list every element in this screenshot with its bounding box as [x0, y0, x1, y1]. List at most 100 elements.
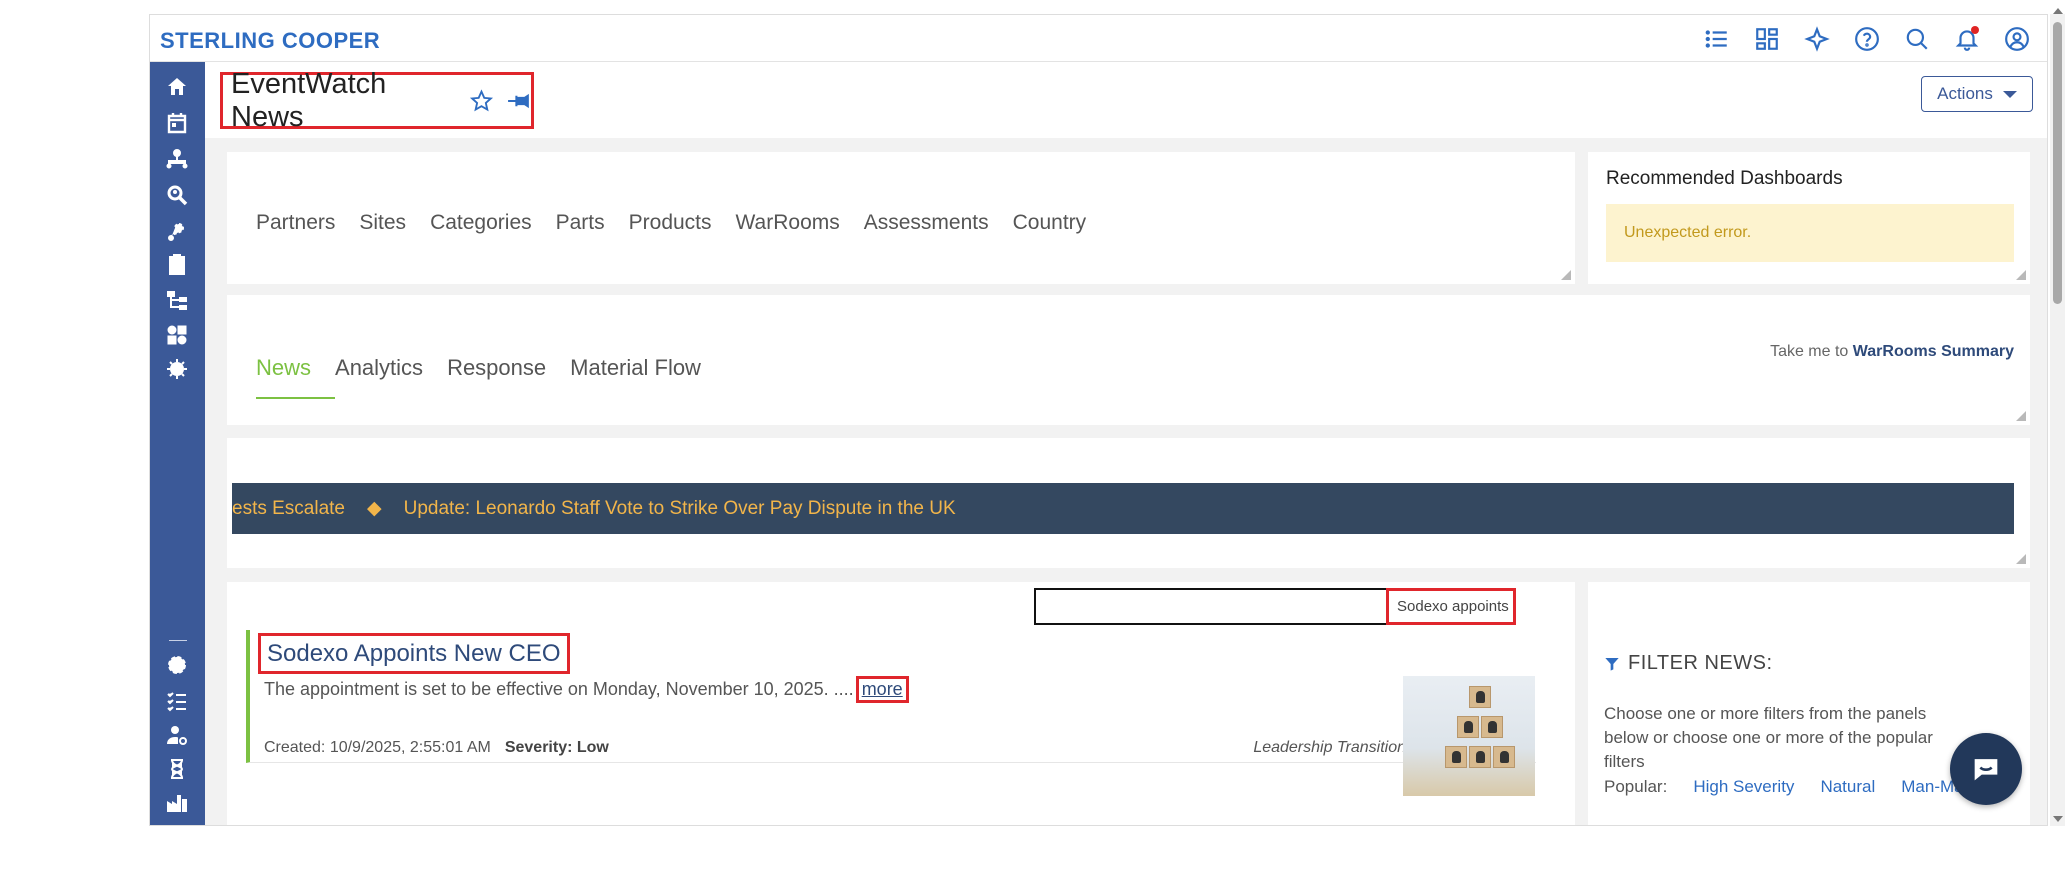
category-link-parts[interactable]: Parts: [556, 211, 605, 235]
tab-analytics[interactable]: Analytics: [335, 355, 423, 381]
user-settings-icon[interactable]: [164, 722, 190, 748]
list-icon[interactable]: [1703, 25, 1731, 53]
dashboard-grid-icon[interactable]: [1753, 25, 1781, 53]
top-bar: STERLING COOPER: [150, 15, 2047, 62]
filter-title: FILTER NEWS:: [1604, 652, 1773, 675]
route-icon[interactable]: [164, 217, 190, 243]
resize-handle[interactable]: [2016, 270, 2026, 280]
chat-icon: [1974, 759, 1998, 781]
filter-description: Choose one or more filters from the pane…: [1604, 704, 1933, 771]
ticker-item[interactable]: Update: Leonardo Staff Vote to Strike Ov…: [404, 498, 956, 520]
actions-label: Actions: [1937, 84, 1993, 103]
category-link-warrooms[interactable]: WarRooms: [736, 211, 840, 235]
filter-icon: [1605, 657, 1619, 671]
top-icon-bar: [1703, 25, 2031, 53]
org-chart-icon[interactable]: [164, 146, 190, 172]
main-content: EventWatch News Actions Partners Sites C…: [205, 62, 2047, 825]
gear-dollar-icon[interactable]: [164, 356, 190, 382]
search-value-highlight[interactable]: Sodexo appoints: [1386, 588, 1516, 625]
app-window: STERLING COOPER EventWatch News Actions …: [149, 14, 2048, 826]
block-figure: [1457, 716, 1479, 738]
more-link[interactable]: more: [855, 676, 909, 703]
pin-icon[interactable]: [506, 88, 531, 114]
modules-icon[interactable]: [164, 322, 190, 348]
page-header: EventWatch News Actions: [205, 62, 2047, 138]
vertical-scrollbar[interactable]: [2050, 8, 2065, 826]
settings-icon[interactable]: [164, 652, 190, 678]
block-figure: [1481, 716, 1503, 738]
news-created: Created: 10/9/2025, 2:55:01 AM: [264, 739, 491, 756]
news-search-input[interactable]: Sodexo appoints: [1034, 588, 1516, 625]
notification-dot: [1971, 26, 1979, 34]
news-ticker[interactable]: ests Escalate ◆ Update: Leonardo Staff V…: [232, 483, 2014, 534]
news-item[interactable]: Sodexo Appoints New CEO The appointment …: [246, 630, 1536, 796]
block-figure: [1493, 746, 1515, 768]
filter-natural[interactable]: Natural: [1820, 777, 1875, 797]
block-figure: [1469, 746, 1491, 768]
news-severity: Severity: Low: [504, 739, 609, 756]
category-link-products[interactable]: Products: [629, 211, 712, 235]
ticker-item[interactable]: ests Escalate: [232, 498, 345, 520]
news-list-card: Sodexo appoints Sodexo Appoints New CEO …: [227, 582, 1575, 825]
popular-label: Popular:: [1604, 777, 1668, 796]
news-description-text: The appointment is set to be effective o…: [264, 679, 854, 699]
checklist-icon[interactable]: [164, 688, 190, 714]
caret-down-icon: [2002, 90, 2017, 98]
error-message: Unexpected error.: [1606, 204, 2014, 262]
news-meta: Created: 10/9/2025, 2:55:01 AM Severity: …: [264, 739, 609, 757]
category-link-assessments[interactable]: Assessments: [864, 211, 989, 235]
popular-filters: Popular: High Severity Natural Man-Ma: [1604, 777, 1964, 797]
block-figure: [1469, 686, 1491, 708]
ticker-card: ests Escalate ◆ Update: Leonardo Staff V…: [227, 438, 2030, 568]
tabs-card: News Analytics Response Material Flow Ta…: [227, 295, 2030, 425]
tab-news[interactable]: News: [256, 355, 336, 399]
search-person-icon[interactable]: [164, 182, 190, 208]
resize-handle[interactable]: [2016, 554, 2026, 564]
category-link-categories[interactable]: Categories: [430, 211, 532, 235]
resize-handle[interactable]: [2016, 411, 2026, 421]
clipboard-icon[interactable]: [164, 252, 190, 278]
sparkle-ai-icon[interactable]: [1803, 25, 1831, 53]
diamond-icon: ◆: [367, 498, 382, 519]
search-icon[interactable]: [1903, 25, 1931, 53]
chat-button[interactable]: [1950, 733, 2022, 805]
brand-logo[interactable]: STERLING COOPER: [160, 28, 380, 54]
filter-high-severity[interactable]: High Severity: [1693, 777, 1794, 797]
tab-response[interactable]: Response: [447, 355, 546, 381]
news-tag: Leadership Transition: [1253, 739, 1406, 756]
category-links: Partners Sites Categories Parts Products…: [256, 211, 1086, 235]
recommended-title: Recommended Dashboards: [1606, 168, 1843, 189]
bell-icon[interactable]: [1953, 25, 1981, 53]
resize-handle[interactable]: [1561, 270, 1571, 280]
actions-button[interactable]: Actions: [1921, 76, 2033, 112]
star-icon[interactable]: [469, 88, 494, 114]
sidebar: [150, 62, 205, 825]
news-title[interactable]: Sodexo Appoints New CEO: [258, 633, 570, 674]
categories-card: Partners Sites Categories Parts Products…: [227, 152, 1575, 284]
tab-material-flow[interactable]: Material Flow: [570, 355, 701, 381]
take-me-link[interactable]: Take me to WarRooms Summary: [1770, 343, 2014, 361]
category-link-partners[interactable]: Partners: [256, 211, 335, 235]
user-icon[interactable]: [2003, 25, 2031, 53]
news-description: The appointment is set to be effective o…: [264, 676, 909, 703]
category-link-sites[interactable]: Sites: [359, 211, 406, 235]
scroll-up-arrow[interactable]: [2053, 8, 2063, 14]
home-icon[interactable]: [164, 74, 190, 100]
calendar-icon[interactable]: [164, 110, 190, 136]
hierarchy-icon[interactable]: [164, 287, 190, 313]
factory-icon[interactable]: [164, 790, 190, 816]
filter-title-text: FILTER NEWS:: [1628, 652, 1773, 674]
help-icon[interactable]: [1853, 25, 1881, 53]
block-figure: [1445, 746, 1467, 768]
category-link-country[interactable]: Country: [1013, 211, 1087, 235]
scroll-thumb[interactable]: [2053, 22, 2062, 304]
tab-bar: News Analytics Response Material Flow: [256, 355, 701, 399]
news-thumbnail[interactable]: [1403, 676, 1535, 796]
recommended-dashboards-card: Recommended Dashboards Unexpected error.: [1588, 152, 2030, 284]
hourglass-icon[interactable]: [164, 756, 190, 782]
page-title: EventWatch News: [231, 67, 387, 133]
take-me-prefix: Take me to: [1770, 343, 1853, 360]
page-title-highlight: EventWatch News: [220, 68, 534, 133]
scroll-down-arrow[interactable]: [2053, 816, 2063, 822]
warrooms-summary-link[interactable]: WarRooms Summary: [1853, 343, 2014, 360]
